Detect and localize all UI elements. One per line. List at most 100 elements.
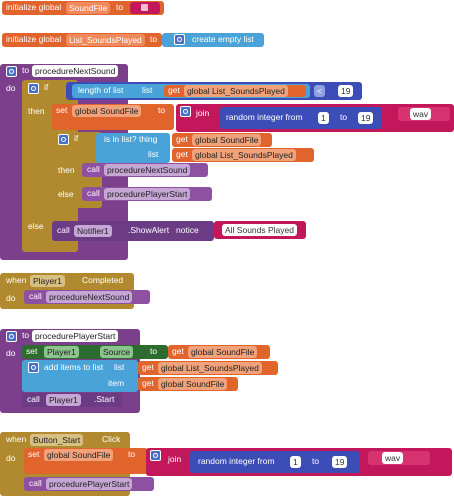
join-block[interactable]: join random integer from 1 to 19 wav — [146, 448, 452, 476]
set-label: set — [28, 449, 40, 459]
set-var-dropdown[interactable]: global SoundFile — [44, 449, 114, 461]
get-var-dropdown[interactable]: global List_SoundsPlayed — [192, 149, 296, 161]
init-global-list-block[interactable]: initialize global List_SoundsPlayed to — [2, 33, 162, 47]
notice-label: notice — [176, 225, 199, 235]
text-wav-block[interactable]: wav — [368, 451, 430, 465]
notice-text-field[interactable]: All Sounds Played — [222, 224, 297, 236]
set-soundfile-block[interactable]: set global SoundFile to — [24, 448, 148, 474]
get-label: get — [142, 378, 154, 388]
proc-dropdown[interactable]: procedureNextSound — [104, 164, 191, 176]
gear-icon[interactable] — [28, 83, 39, 94]
notifier-showalert-block[interactable]: call Notifier1 .ShowAlert notice — [52, 221, 214, 241]
set-label: set — [26, 346, 38, 356]
component-dropdown[interactable]: Player1 — [30, 275, 65, 287]
item-label: item — [108, 378, 125, 388]
get-label: get — [172, 346, 184, 356]
method-label: .ShowAlert — [128, 225, 170, 235]
get-label: get — [176, 149, 188, 159]
property-dropdown[interactable]: Source — [100, 346, 133, 358]
join-label: join — [168, 454, 182, 464]
component-dropdown[interactable]: Player1 — [46, 394, 81, 406]
call-next-sound-block[interactable]: call procedureNextSound — [82, 163, 208, 177]
text-wav-field[interactable]: wav — [382, 452, 404, 464]
when-label: when — [6, 275, 27, 285]
component-dropdown[interactable]: Player1 — [44, 346, 79, 358]
set-var-dropdown[interactable]: global SoundFile — [72, 105, 142, 117]
get-soundfile-block[interactable]: get global SoundFile — [138, 377, 238, 391]
call-next-sound-block[interactable]: call procedureNextSound — [24, 290, 150, 304]
get-label: get — [168, 85, 180, 95]
to-label: to — [150, 34, 158, 44]
random-integer-block[interactable]: random integer from 1 to 19 — [220, 107, 382, 129]
proc-dropdown[interactable]: procedurePlayerStart — [46, 478, 133, 490]
proc-dropdown[interactable]: procedureNextSound — [46, 291, 133, 303]
set-player-source-block[interactable]: set Player1 Source to — [22, 345, 168, 359]
gear-icon[interactable] — [174, 34, 185, 45]
event-label: Completed — [82, 275, 124, 285]
var-name-list[interactable]: List_SoundsPlayed — [66, 34, 145, 46]
proc-name-field[interactable]: procedureNextSound — [32, 65, 119, 77]
to-label: to — [22, 330, 30, 340]
gear-icon[interactable] — [6, 66, 17, 77]
get-var-dropdown[interactable]: global SoundFile — [188, 346, 258, 358]
var-name-soundfile[interactable]: SoundFile — [66, 2, 111, 14]
to-label: to — [116, 2, 124, 12]
get-list-block[interactable]: get global List_SoundsPlayed — [164, 85, 306, 97]
proc-dropdown[interactable]: procedurePlayerStart — [104, 188, 191, 200]
get-list-block[interactable]: get global List_SoundsPlayed — [172, 148, 314, 162]
random-integer-label: random integer from — [198, 456, 275, 466]
empty-text-block[interactable] — [130, 2, 160, 14]
get-list-block[interactable]: get global List_SoundsPlayed — [138, 361, 278, 375]
rand-to-field[interactable]: 19 — [332, 456, 348, 468]
notifier-component-dropdown[interactable]: Notifier1 — [74, 225, 112, 237]
join-block[interactable]: join random integer from 1 to 19 wav — [176, 104, 454, 132]
add-items-to-list-block[interactable]: add items to list list item — [22, 360, 138, 392]
call-label: call — [27, 394, 40, 404]
init-global-soundfile-block[interactable]: initialize global SoundFile to — [2, 1, 164, 15]
get-var-dropdown[interactable]: global SoundFile — [192, 134, 262, 146]
gear-icon[interactable] — [58, 134, 69, 145]
is-in-list-block[interactable]: is in list? thing list — [96, 133, 170, 163]
notice-text-block[interactable]: All Sounds Played — [214, 221, 306, 239]
call-player-start-block[interactable]: call procedurePlayerStart — [24, 477, 154, 491]
compare-op-dropdown[interactable]: < — [314, 85, 325, 97]
get-soundfile-block[interactable]: get global SoundFile — [168, 345, 270, 359]
else-label: else — [28, 221, 44, 231]
init-global-label: initialize global — [6, 34, 62, 44]
call-label: call — [87, 164, 100, 174]
random-integer-block[interactable]: random integer from 1 to 19 — [190, 451, 360, 473]
get-var-dropdown[interactable]: global List_SoundsPlayed — [184, 85, 288, 97]
proc-name-field[interactable]: procedurePlayerStart — [32, 330, 119, 342]
set-soundfile-block[interactable]: set global SoundFile to — [52, 104, 174, 130]
to-label: to — [150, 346, 158, 356]
compare-block[interactable]: length of list list get global List_Soun… — [66, 82, 362, 100]
gear-icon[interactable] — [150, 450, 161, 461]
to-label: to — [312, 456, 320, 466]
component-dropdown[interactable]: Button_Start — [30, 434, 84, 446]
list-label: list — [114, 362, 125, 372]
rand-from-field[interactable]: 1 — [318, 112, 329, 124]
text-wav-field[interactable]: wav — [410, 108, 432, 120]
call-label: call — [57, 225, 70, 235]
create-empty-list-label: create empty list — [192, 34, 254, 44]
event-label: Click — [102, 434, 121, 444]
compare-number-field[interactable]: 19 — [338, 85, 354, 97]
create-empty-list-block[interactable]: create empty list — [162, 33, 264, 47]
init-global-label: initialize global — [6, 2, 62, 12]
get-var-dropdown[interactable]: global List_SoundsPlayed — [158, 362, 262, 374]
gear-icon[interactable] — [28, 362, 39, 373]
call-label: call — [29, 478, 42, 488]
do-label: do — [6, 293, 16, 303]
gear-icon[interactable] — [6, 331, 17, 342]
is-in-list-label: is in list? thing — [104, 134, 158, 144]
get-var-dropdown[interactable]: global SoundFile — [158, 378, 228, 390]
method-label: .Start — [94, 394, 115, 404]
gear-icon[interactable] — [180, 106, 191, 117]
call-player-start-method-block[interactable]: call Player1 .Start — [22, 393, 122, 407]
rand-from-field[interactable]: 1 — [290, 456, 301, 468]
get-soundfile-block[interactable]: get global SoundFile — [172, 133, 272, 147]
call-player-start-block[interactable]: call procedurePlayerStart — [82, 187, 212, 201]
text-wav-block[interactable]: wav — [398, 107, 450, 121]
rand-to-field[interactable]: 19 — [358, 112, 374, 124]
length-of-list-block[interactable]: length of list list get global List_Soun… — [72, 84, 310, 98]
